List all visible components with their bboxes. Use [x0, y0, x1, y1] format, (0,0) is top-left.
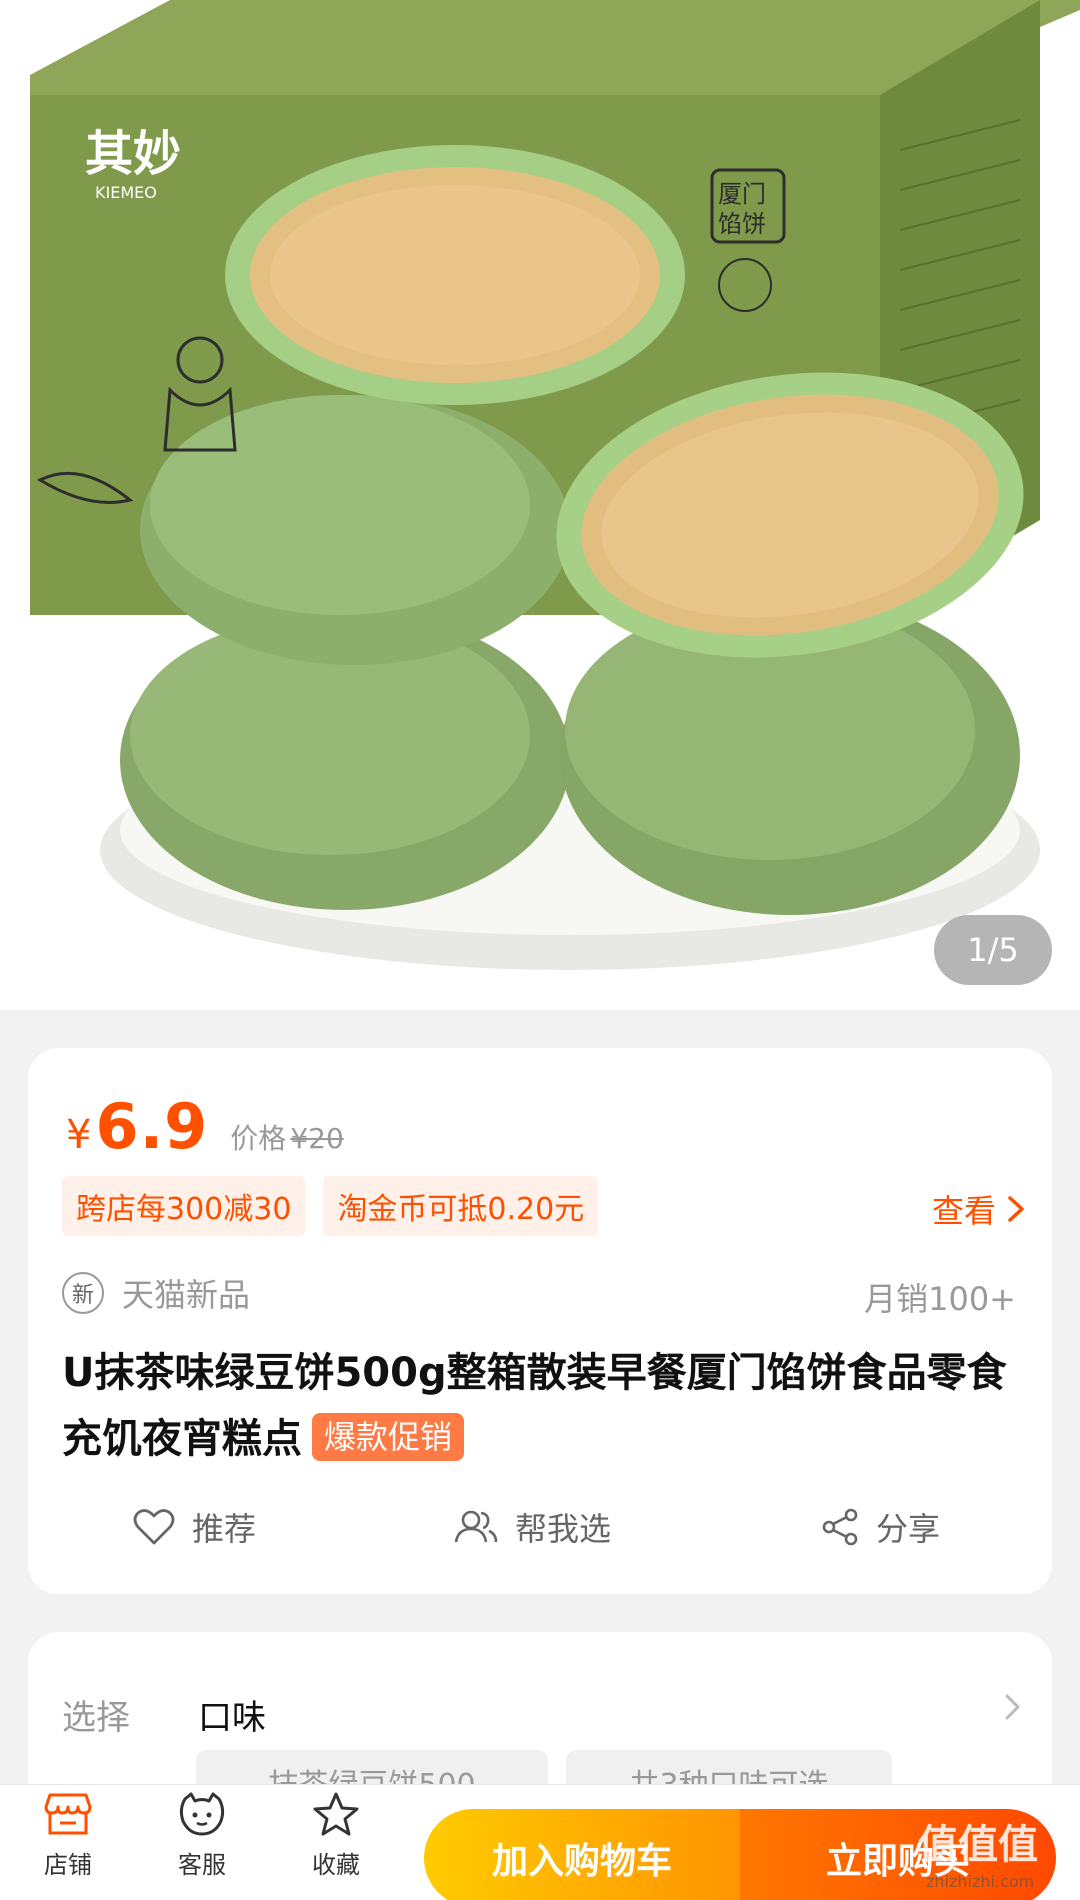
add-to-cart-button[interactable]: 加入购物车	[424, 1809, 740, 1900]
new-badge-icon: 新	[62, 1272, 104, 1314]
favorite-label: 收藏	[312, 1851, 360, 1879]
original-price: ¥20	[290, 1122, 344, 1155]
recommend-button[interactable]: 推荐	[132, 1504, 256, 1550]
price-row: ¥ 6.9 价格 ¥20	[66, 1090, 344, 1163]
recommend-label: 推荐	[192, 1510, 257, 1548]
box-label: 厦门	[718, 180, 766, 208]
people-icon	[454, 1510, 498, 1543]
service-tab[interactable]: 客服	[152, 1791, 252, 1880]
monthly-sales: 月销100+	[864, 1280, 1016, 1318]
help-me-choose-label: 帮我选	[515, 1510, 612, 1548]
share-icon	[822, 1508, 858, 1546]
product-photo: 其妙 KIEMEO 厦门 馅饼	[0, 0, 1080, 1010]
chevron-right-icon	[1005, 1694, 1020, 1720]
coupon-cross-store[interactable]: 跨店每300减30	[62, 1176, 306, 1236]
image-counter: 1/5	[934, 915, 1052, 985]
watermark: 值值值	[918, 1822, 1038, 1868]
select-flavor-value: 口味	[198, 1698, 266, 1738]
service-icon	[179, 1792, 225, 1836]
watermark-sub: zhizhizhi.com	[926, 1872, 1035, 1891]
promo-tag: 爆款促销	[312, 1413, 465, 1461]
price-card: ¥ 6.9 价格 ¥20 跨店每300减30 淘金币可抵0.20元 查看 新 天…	[28, 1048, 1052, 1594]
view-coupons-button[interactable]: 查看	[932, 1186, 1026, 1232]
original-price-label: 价格	[230, 1122, 287, 1155]
product-image-carousel[interactable]: 其妙 KIEMEO 厦门 馅饼 1/5	[0, 0, 1080, 1010]
star-icon	[313, 1792, 359, 1836]
service-label: 客服	[178, 1851, 226, 1879]
help-me-choose-button[interactable]: 帮我选	[453, 1504, 611, 1550]
brand-logo: 其妙	[85, 126, 181, 182]
coupon-list: 跨店每300减30 淘金币可抵0.20元	[62, 1176, 599, 1236]
share-button[interactable]: 分享	[820, 1504, 940, 1550]
heart-icon	[133, 1509, 175, 1545]
store-icon	[44, 1793, 92, 1835]
view-more-label: 查看	[931, 1192, 996, 1230]
select-label: 选择	[62, 1698, 130, 1738]
favorite-tab[interactable]: 收藏	[286, 1791, 386, 1880]
price-symbol: ¥	[66, 1112, 92, 1158]
tmall-new-row: 新 天猫新品	[62, 1270, 250, 1316]
brand-logo-sub: KIEMEO	[95, 183, 157, 202]
price-value: 6.9	[95, 1090, 209, 1163]
svg-text:馅饼: 馅饼	[718, 210, 766, 238]
action-row: 推荐 帮我选 分享	[28, 1504, 1052, 1574]
tmall-new-label: 天猫新品	[122, 1276, 251, 1314]
share-label: 分享	[876, 1510, 941, 1548]
product-title: U抹茶味绿豆饼500g整箱散装早餐厦门馅饼食品零食充饥夜宵糕点 爆款促销	[62, 1340, 1022, 1472]
store-label: 店铺	[44, 1851, 92, 1879]
store-tab[interactable]: 店铺	[18, 1791, 118, 1880]
product-detail-page: 其妙 KIEMEO 厦门 馅饼 1/5 ¥ 6.9 价格 ¥20 跨店每300减…	[0, 0, 1080, 1900]
coupon-taojinbi[interactable]: 淘金币可抵0.20元	[323, 1176, 599, 1236]
chevron-right-icon	[1008, 1196, 1024, 1222]
product-title-text: U抹茶味绿豆饼500g整箱散装早餐厦门馅饼食品零食充饥夜宵糕点	[62, 1350, 1007, 1462]
